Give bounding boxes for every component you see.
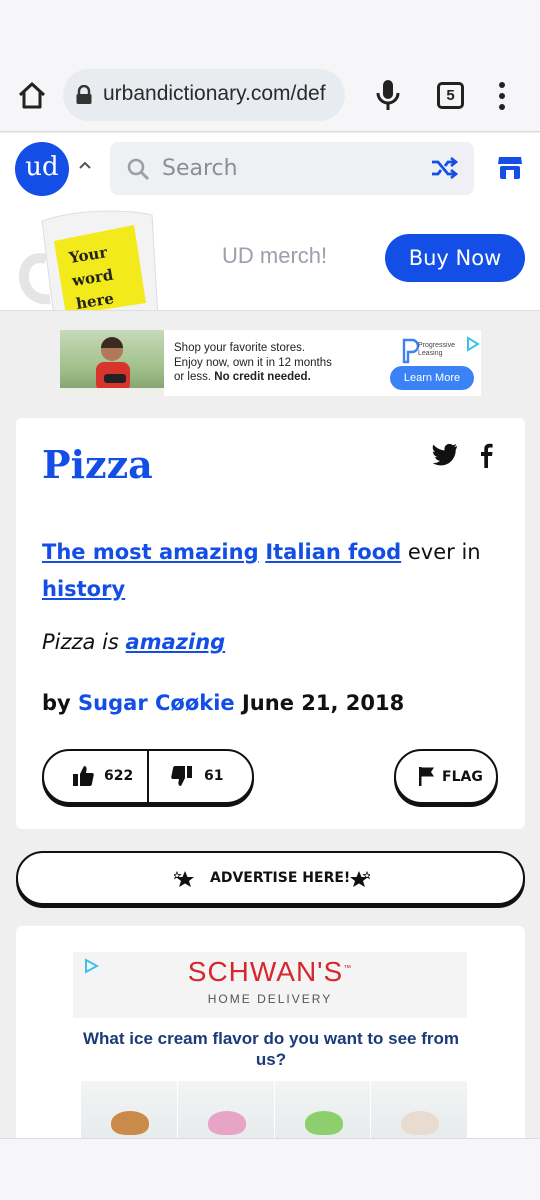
search-bar bbox=[110, 142, 474, 195]
stars-icon bbox=[350, 870, 370, 887]
thumbs-up-icon bbox=[73, 766, 94, 786]
ad-banner-leasing[interactable]: Shop your favorite stores. Enjoy now, ow… bbox=[60, 330, 481, 396]
buy-now-button[interactable]: Buy Now bbox=[385, 234, 525, 282]
flag-icon bbox=[419, 767, 434, 786]
schwans-ad-header: SCHWAN'S™ HOME DELIVERY bbox=[73, 952, 467, 1018]
ad-copy: Shop your favorite stores. Enjoy now, ow… bbox=[174, 341, 332, 385]
chevron-up-icon[interactable] bbox=[77, 159, 93, 171]
address-bar[interactable]: urbandictionary.com/def bbox=[63, 69, 345, 121]
system-navigation-bar bbox=[0, 1138, 540, 1200]
meaning-link-3[interactable]: history bbox=[42, 577, 125, 601]
svg-text:Progressive: Progressive bbox=[418, 342, 455, 349]
ad-line-3-plain: or less. bbox=[174, 371, 215, 383]
flavor-images bbox=[81, 1081, 467, 1141]
definition-example: Pizza is amazing bbox=[42, 630, 225, 654]
advertise-label: ADVERTISE HERE! bbox=[210, 870, 351, 886]
learn-more-button[interactable]: Learn More bbox=[390, 366, 474, 390]
home-icon[interactable] bbox=[16, 80, 48, 112]
tab-switcher-button[interactable]: 5 bbox=[437, 82, 464, 109]
upvote-button[interactable]: 622 bbox=[44, 751, 149, 802]
schwans-tm: ™ bbox=[343, 963, 353, 973]
shuffle-icon[interactable] bbox=[430, 156, 458, 180]
facebook-icon[interactable] bbox=[479, 442, 493, 468]
meaning-text: ever in bbox=[401, 540, 481, 564]
ad-line-2: Enjoy now, own it in 12 months bbox=[174, 356, 332, 369]
flag-button[interactable]: FLAG bbox=[394, 749, 498, 804]
merch-banner: Your word here UD merch! Buy Now bbox=[0, 205, 540, 311]
store-icon[interactable] bbox=[497, 155, 523, 181]
ud-logo[interactable]: ud bbox=[15, 142, 69, 196]
schwans-brand: SCHWAN'S bbox=[187, 956, 344, 987]
example-text: Pizza is bbox=[42, 630, 126, 654]
lock-icon bbox=[76, 85, 92, 104]
schwans-subtitle: HOME DELIVERY bbox=[207, 992, 333, 1006]
downvote-button[interactable]: 61 bbox=[149, 751, 254, 802]
advertise-here-button[interactable]: ADVERTISE HERE! bbox=[16, 851, 525, 905]
more-options-icon[interactable] bbox=[494, 80, 510, 112]
definition-card: Pizza The most amazing Italian food ever… bbox=[16, 418, 525, 829]
stars-icon bbox=[174, 870, 194, 887]
twitter-icon[interactable] bbox=[432, 442, 458, 466]
ad-photo bbox=[60, 330, 164, 396]
vote-group: 622 61 bbox=[42, 749, 254, 804]
site-header: ud bbox=[0, 133, 540, 205]
microphone-icon[interactable] bbox=[373, 78, 403, 112]
browser-toolbar: urbandictionary.com/def 5 bbox=[0, 60, 540, 132]
flavor-image[interactable] bbox=[274, 1081, 371, 1141]
definition-word[interactable]: Pizza bbox=[42, 442, 153, 487]
thumbs-down-icon bbox=[171, 766, 192, 786]
flag-label: FLAG bbox=[442, 769, 483, 785]
meaning-link-2[interactable]: Italian food bbox=[265, 540, 401, 564]
search-icon bbox=[127, 158, 149, 180]
merch-label: UD merch! bbox=[222, 243, 328, 268]
svg-text:Leasing: Leasing bbox=[418, 350, 443, 357]
ad-line-3: or less. No credit needed. bbox=[174, 370, 332, 385]
progressive-leasing-logo: Progressive Leasing bbox=[402, 336, 480, 364]
definition-date: June 21, 2018 bbox=[234, 691, 405, 715]
definition-byline: by Sugar Cøøkie June 21, 2018 bbox=[42, 691, 404, 715]
author-link[interactable]: Sugar Cøøkie bbox=[78, 691, 235, 715]
search-input[interactable] bbox=[162, 142, 412, 195]
byline-by: by bbox=[42, 691, 79, 715]
upvote-count: 622 bbox=[104, 768, 134, 784]
flavor-image[interactable] bbox=[177, 1081, 274, 1141]
status-bar bbox=[0, 0, 540, 60]
flavor-image[interactable] bbox=[81, 1081, 177, 1141]
mug-image: Your word here bbox=[19, 210, 159, 310]
downvote-count: 61 bbox=[204, 768, 224, 784]
ad-line-1: Shop your favorite stores. bbox=[174, 342, 306, 354]
definition-meaning: The most amazing Italian food ever in hi… bbox=[42, 534, 482, 608]
schwans-logo: SCHWAN'S™ bbox=[73, 956, 467, 988]
url-text: urbandictionary.com/def bbox=[103, 82, 326, 105]
example-link[interactable]: amazing bbox=[126, 630, 226, 654]
ad-question: What ice cream flavor do you want to see… bbox=[83, 1029, 459, 1069]
meaning-link-1[interactable]: The most amazing bbox=[42, 540, 259, 564]
ad-line-3-bold: No credit needed. bbox=[214, 371, 311, 383]
flavor-image[interactable] bbox=[371, 1081, 467, 1141]
